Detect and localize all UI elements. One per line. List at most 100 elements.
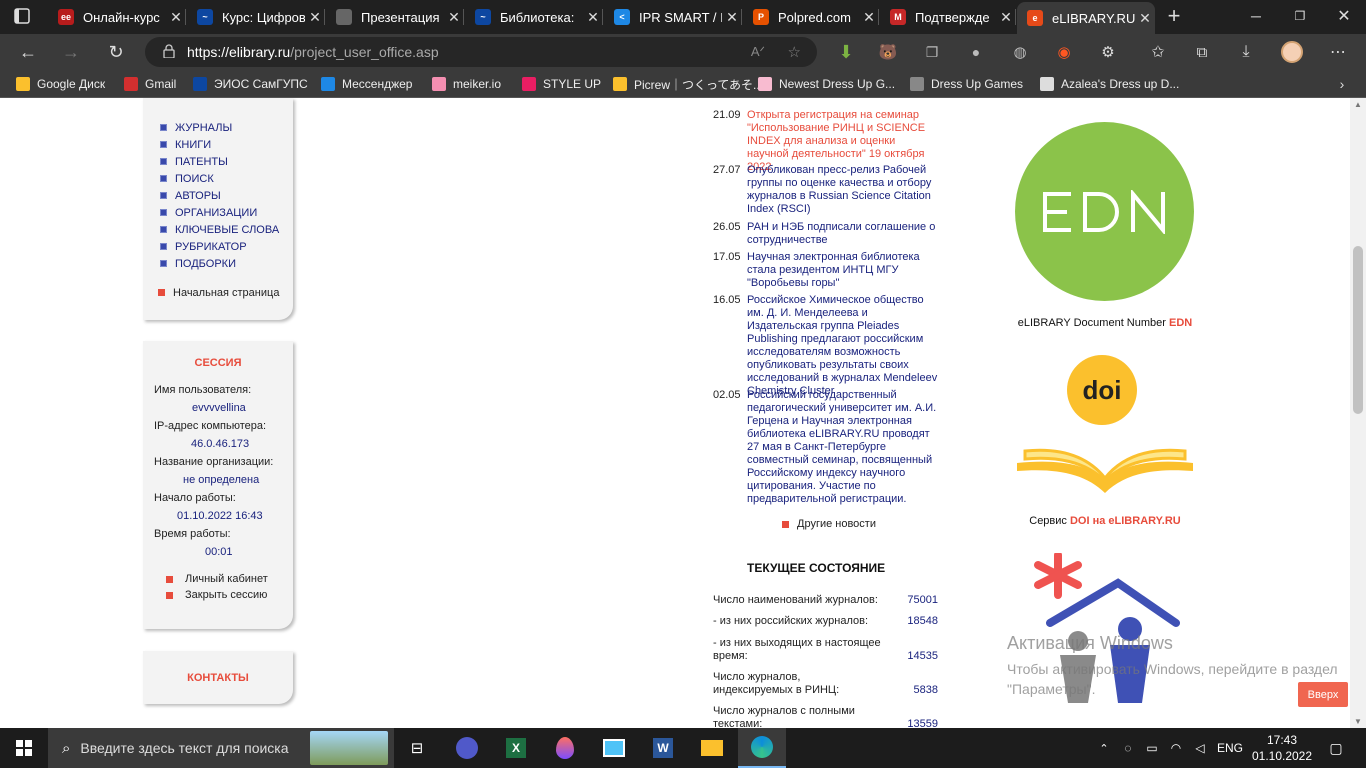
globe-extension-icon[interactable]: ◍: [1002, 34, 1038, 70]
news-link[interactable]: Российское Химическое общество им. Д. И.…: [747, 294, 938, 398]
scroll-up-button[interactable]: Вверх: [1298, 682, 1348, 707]
home-link[interactable]: Начальная страница: [158, 284, 293, 301]
bookmark-10[interactable]: Azalea's Dress up D...: [1040, 70, 1179, 98]
tab-close-icon[interactable]: ✕: [1135, 10, 1155, 27]
tab-6[interactable]: P Polpred.com ✕: [743, 0, 879, 34]
volume-icon[interactable]: ◁: [1190, 728, 1210, 768]
bookmark-6[interactable]: STYLE UP: [522, 70, 601, 98]
menu-item-6[interactable]: ОРГАНИЗАЦИИ: [160, 204, 293, 221]
doi-logo[interactable]: doi: [1015, 353, 1195, 503]
contacts-panel[interactable]: КОНТАКТЫ: [143, 651, 293, 704]
bookmark-label: Newest Dress Up G...: [779, 77, 896, 91]
copy-extension-icon[interactable]: ❐: [914, 34, 950, 70]
personal-cabinet-link[interactable]: Личный кабинет: [166, 571, 293, 587]
scrollbar-thumb[interactable]: [1353, 246, 1363, 414]
edn-logo[interactable]: [1015, 122, 1194, 301]
news-link[interactable]: РАН и НЭБ подписали соглашение о сотрудн…: [747, 221, 938, 247]
favorites-icon[interactable]: ✩: [1140, 34, 1176, 70]
menu-item-7[interactable]: КЛЮЧЕВЫЕ СЛОВА: [160, 221, 293, 238]
tab-1[interactable]: ee Онлайн-курс ✕: [48, 0, 186, 34]
edge-taskbar-icon[interactable]: [738, 728, 786, 768]
tab-close-icon[interactable]: ✕: [583, 9, 603, 26]
favorite-add-icon[interactable]: ☆: [788, 43, 801, 61]
start-button[interactable]: [0, 728, 48, 768]
status-label: Число наименований журналов:: [713, 594, 878, 606]
tab-actions-icon[interactable]: [4, 0, 40, 33]
bookmark-7[interactable]: Picrew｜つくってあそ...: [613, 70, 763, 98]
new-tab-button[interactable]: +: [1156, 0, 1192, 33]
status-label: Число журналов с полными текстами:: [713, 705, 855, 728]
tab-3[interactable]: Презентация ✕: [326, 0, 464, 34]
tab-close-icon[interactable]: ✕: [166, 9, 186, 26]
news-link[interactable]: Научная электронная библиотека стала рез…: [747, 251, 938, 290]
page-scrollbar[interactable]: ▲ ▼: [1350, 98, 1366, 728]
notifications-icon[interactable]: ▢: [1318, 728, 1354, 768]
downloads-icon[interactable]: ⤓: [1228, 34, 1264, 70]
menu-item-1[interactable]: ЖУРНАЛЫ: [160, 119, 293, 136]
image-viewer-icon[interactable]: [595, 728, 633, 768]
bookmark-9[interactable]: Dress Up Games: [910, 70, 1023, 98]
doi-caption-link[interactable]: DOI на eLIBRARY.RU: [1070, 515, 1181, 527]
bookmark-2[interactable]: Gmail: [124, 70, 176, 98]
tab-8[interactable]: e eLIBRARY.RU ✕: [1017, 2, 1155, 34]
bookmark-3[interactable]: ЭИОС СамГУПС: [193, 70, 308, 98]
scroll-arrow-up[interactable]: ▲: [1350, 100, 1366, 109]
scroll-arrow-down[interactable]: ▼: [1350, 717, 1366, 726]
bookmark-4[interactable]: Мессенджер: [321, 70, 412, 98]
teams-icon[interactable]: [448, 728, 486, 768]
tab-2[interactable]: ~ Курс: Цифров ✕: [187, 0, 325, 34]
task-view-icon[interactable]: ⊟: [400, 728, 434, 768]
clock[interactable]: 17:43 01.10.2022: [1250, 728, 1314, 768]
collections-icon[interactable]: ⧉: [1184, 34, 1220, 70]
download-extension-icon[interactable]: ⬇: [828, 34, 864, 70]
other-news-link[interactable]: Другие новости: [782, 518, 876, 530]
language-indicator[interactable]: ENG: [1212, 728, 1248, 768]
profile-avatar[interactable]: [1274, 34, 1310, 70]
back-icon[interactable]: ←: [10, 34, 46, 70]
bookmark-5[interactable]: meiker.io: [432, 70, 501, 98]
url-field[interactable]: https://elibrary.ru /project_user_office…: [145, 37, 817, 67]
bookmark-8[interactable]: Newest Dress Up G...: [758, 70, 895, 98]
tray-expand-icon[interactable]: ⌃: [1094, 728, 1114, 768]
menu-item-8[interactable]: РУБРИКАТОР: [160, 238, 293, 255]
news-link[interactable]: Российский государственный педагогически…: [747, 389, 938, 506]
file-explorer-icon[interactable]: [693, 728, 731, 768]
network-warning-icon[interactable]: ◌: [1118, 728, 1138, 768]
menu-item-4[interactable]: ПОИСК: [160, 170, 293, 187]
extensions-icon[interactable]: ⚙: [1090, 34, 1126, 70]
tab-close-icon[interactable]: ✕: [859, 9, 879, 26]
more-menu-icon[interactable]: ⋯: [1320, 34, 1356, 70]
close-window-button[interactable]: ✕: [1326, 0, 1362, 33]
tab-close-icon[interactable]: ✕: [305, 9, 325, 26]
wifi-icon[interactable]: ◠: [1166, 728, 1186, 768]
menu-item-5[interactable]: АВТОРЫ: [160, 187, 293, 204]
edn-caption-link[interactable]: EDN: [1169, 317, 1192, 329]
disk-extension-icon[interactable]: ●: [958, 34, 994, 70]
tab-4[interactable]: ~ Библиотека: ✕: [465, 0, 603, 34]
news-link[interactable]: Опубликован пресс-релиз Рабочей группы п…: [747, 164, 938, 216]
read-aloud-icon[interactable]: Aᐟ: [751, 44, 765, 60]
menu-item-9[interactable]: ПОДБОРКИ: [160, 255, 293, 272]
minimize-button[interactable]: ─: [1238, 0, 1274, 33]
word-icon[interactable]: W: [644, 728, 682, 768]
tab-5[interactable]: < IPR SMART / I ✕: [604, 0, 742, 34]
bookmark-1[interactable]: Google Диск: [16, 70, 105, 98]
forward-icon[interactable]: →: [53, 34, 89, 70]
tab-close-icon[interactable]: ✕: [996, 9, 1016, 26]
contacts-title: КОНТАКТЫ: [187, 671, 249, 684]
bookmarks-more-icon[interactable]: ›: [1324, 66, 1360, 102]
battery-icon[interactable]: ▭: [1142, 728, 1162, 768]
menu-item-3[interactable]: ПАТЕНТЫ: [160, 153, 293, 170]
menu-item-2[interactable]: КНИГИ: [160, 136, 293, 153]
tab-close-icon[interactable]: ✕: [722, 9, 742, 26]
tab-7[interactable]: M Подтвержде ✕: [880, 0, 1016, 34]
close-session-link[interactable]: Закрыть сессию: [166, 587, 293, 603]
bear-extension-icon[interactable]: 🐻: [870, 34, 906, 70]
tab-close-icon[interactable]: ✕: [444, 9, 464, 26]
paint-icon[interactable]: [546, 728, 584, 768]
restore-button[interactable]: ❐: [1282, 0, 1318, 33]
vpn-extension-icon[interactable]: ◉: [1046, 34, 1082, 70]
reload-icon[interactable]: ↻: [98, 34, 134, 70]
taskbar-search-box[interactable]: ⌕ Введите здесь текст для поиска: [48, 728, 394, 768]
excel-icon[interactable]: X: [497, 728, 535, 768]
